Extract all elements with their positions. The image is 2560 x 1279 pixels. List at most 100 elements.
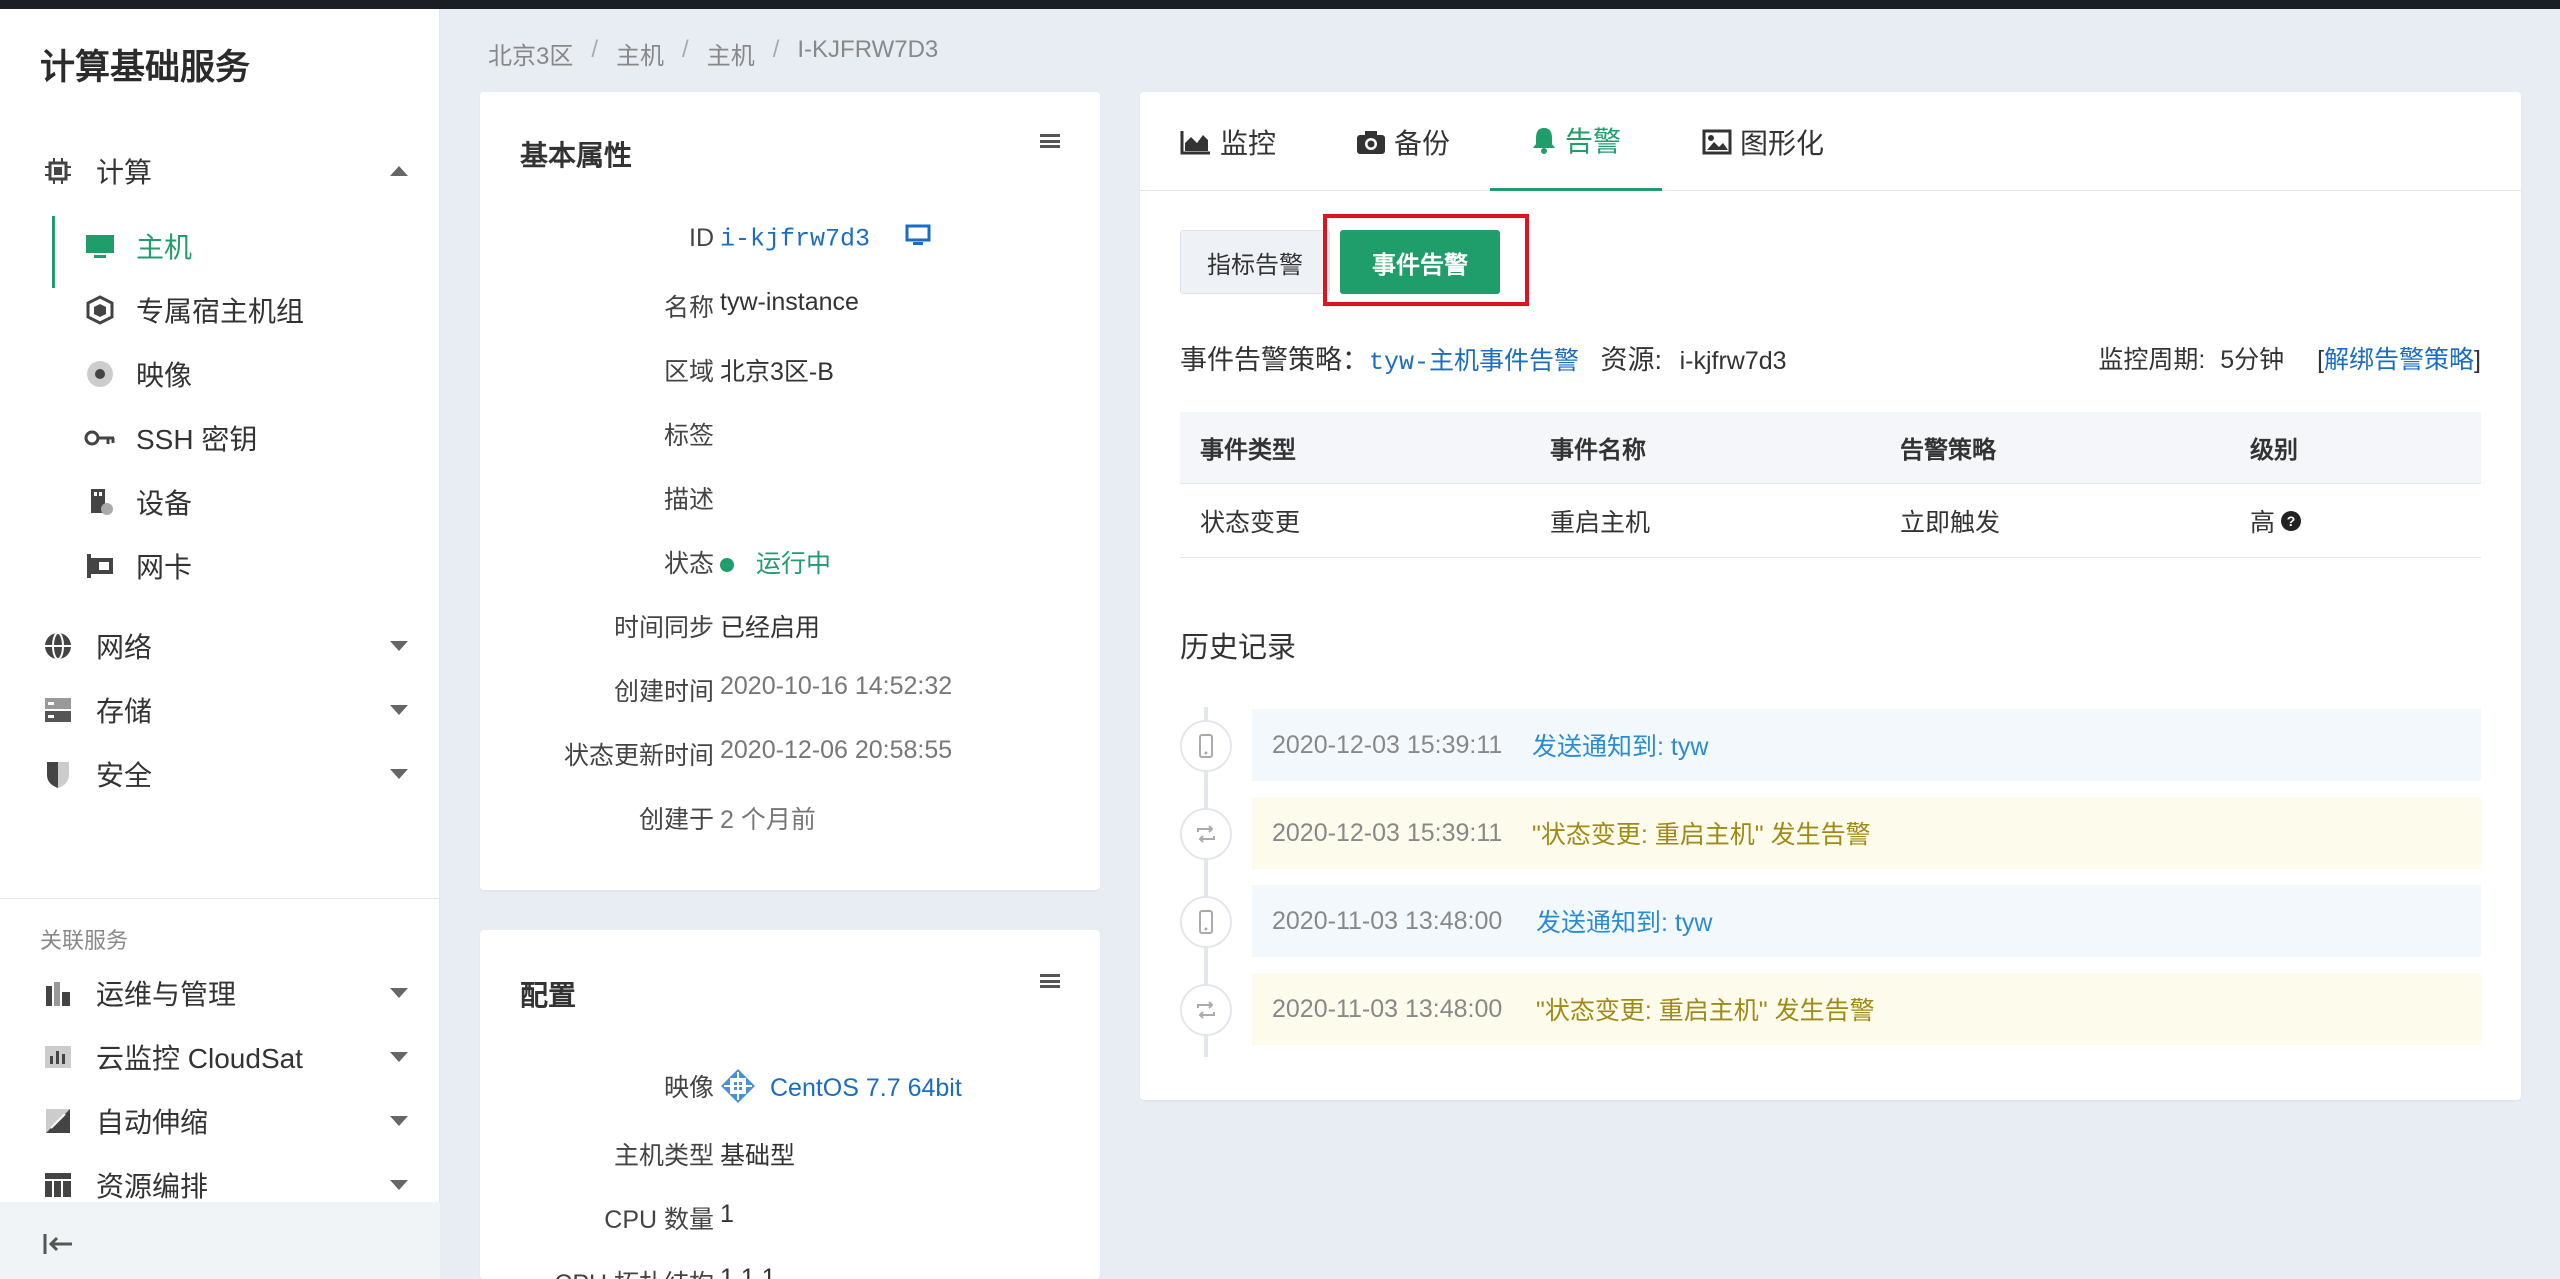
history-message: "状态变更: 重启主机" 发生告警	[1532, 821, 1871, 849]
prop-value: 1	[720, 1200, 734, 1228]
sidebar-item-dedicated-host-group[interactable]: 专属宿主机组	[0, 282, 440, 338]
sidebar-collapse-button[interactable]	[0, 1202, 440, 1279]
prop-key: 映像	[663, 1074, 714, 1102]
prop-key: 描述	[663, 486, 714, 514]
area-chart-icon	[1180, 129, 1212, 155]
sidebar-item-image[interactable]: 映像	[0, 346, 440, 402]
prop-row-time-sync: 时间同步 已经启用	[480, 602, 1100, 642]
history-title: 历史记录	[1180, 632, 1297, 664]
sidebar-item-ssh-key[interactable]: SSH 密钥	[0, 410, 440, 466]
history-message: 发送通知到: tyw	[1532, 733, 1709, 761]
cube-icon	[84, 294, 116, 326]
sidebar-item-device[interactable]: 设备	[0, 474, 440, 530]
autoscale-icon	[42, 1105, 74, 1137]
sidebar-related-cloudsat[interactable]: 云监控 CloudSat	[0, 1029, 440, 1085]
prop-value-id: i-kjfrw7d3	[720, 224, 931, 254]
chevron-down-icon	[390, 705, 408, 715]
bracket-open: [	[2317, 346, 2325, 374]
sidebar-item-label: 主机	[136, 232, 193, 263]
prop-key: CPU 数量	[604, 1206, 714, 1234]
network-icon	[42, 630, 74, 662]
tab-backup[interactable]: 备份	[1356, 92, 1450, 191]
orchestration-icon	[42, 1169, 74, 1201]
breadcrumb-separator: /	[591, 36, 599, 63]
status-dot-icon	[720, 558, 734, 573]
sidebar-related-autoscale[interactable]: 自动伸缩	[0, 1093, 440, 1149]
prop-value: 基础型	[720, 1142, 796, 1170]
breadcrumb-region[interactable]: 北京3区	[488, 36, 573, 71]
prop-row-created-ago: 创建于 2 个月前	[480, 794, 1100, 834]
breadcrumb-host-list[interactable]: 主机	[707, 36, 755, 71]
basic-properties-panel: 基本属性 ID i-kjfrw7d3 名称 tyw-instance 区域 北京…	[480, 92, 1100, 890]
bracket-close: ]	[2474, 346, 2481, 374]
prop-key: 状态更新时间	[563, 742, 714, 770]
usb-device-icon	[84, 486, 116, 518]
prop-value: 1.1.1	[720, 1264, 776, 1279]
policy-link[interactable]: tyw-主机事件告警	[1369, 348, 1579, 377]
sidebar-item-label: 自动伸缩	[96, 1107, 209, 1138]
sidebar-title: 计算基础服务	[40, 48, 251, 87]
prop-row-tags: 标签	[480, 410, 1100, 450]
tab-graphical[interactable]: 图形化	[1702, 92, 1824, 191]
sidebar-section-related: 关联服务	[40, 928, 129, 953]
menu-icon[interactable]	[1040, 974, 1060, 988]
sidebar-group-network[interactable]: 网络	[0, 618, 440, 674]
storage-icon	[42, 694, 74, 726]
prop-row-name: 名称 tyw-instance	[480, 282, 1100, 322]
sidebar-item-host[interactable]: 主机	[0, 218, 440, 274]
menu-icon[interactable]	[1040, 134, 1060, 148]
chevron-down-icon	[390, 1180, 408, 1190]
sidebar-item-nic[interactable]: 网卡	[0, 538, 440, 594]
sidebar-item-label: 资源编排	[96, 1171, 209, 1202]
column-header: 事件类型	[1200, 437, 1296, 464]
level-value: 高	[2250, 508, 2276, 537]
alarm-policy-line: 事件告警策略：tyw-主机事件告警 资源: i-kjfrw7d3	[1180, 338, 1787, 377]
sidebar-group-storage[interactable]: 存储	[0, 682, 440, 738]
panel-title: 配置	[520, 980, 577, 1011]
sidebar-group-security[interactable]: 安全	[0, 746, 440, 802]
sidebar-related-ops[interactable]: 运维与管理	[0, 965, 440, 1021]
resource-value: i-kjfrw7d3	[1679, 347, 1787, 375]
chevron-down-icon	[390, 1116, 408, 1126]
chevron-up-icon	[390, 166, 408, 176]
sidebar: 计算基础服务 计算 主机 专属宿主机组 映像 SSH 密钥 设备 网卡 网络 存…	[0, 9, 440, 1279]
prop-row-id: ID i-kjfrw7d3	[480, 218, 1100, 258]
policy-label: 事件告警策略：	[1180, 345, 1369, 375]
collapse-sidebar-icon	[42, 1230, 74, 1264]
metric-alarm-button[interactable]: 指标告警	[1180, 230, 1330, 294]
sidebar-group-label: 存储	[96, 696, 153, 727]
prop-value: 北京3区-B	[720, 358, 834, 386]
tab-alarm[interactable]: 告警	[1490, 92, 1662, 191]
history-message: 发送通知到: tyw	[1536, 909, 1713, 937]
column-header: 告警策略	[1900, 437, 1996, 464]
phone-icon	[1180, 896, 1232, 948]
history-item: 2020-11-03 13:48:00 发送通知到: tyw	[1252, 885, 2481, 957]
breadcrumb-host-category[interactable]: 主机	[616, 36, 664, 71]
chevron-down-icon	[390, 641, 408, 651]
tab-label: 监控	[1220, 127, 1277, 159]
camera-icon	[1356, 129, 1386, 155]
help-icon[interactable]: ?	[2281, 510, 2302, 531]
history-item: 2020-11-03 13:48:00 "状态变更: 重启主机" 发生告警	[1252, 973, 2481, 1045]
unbind-policy-link[interactable]: 解绑告警策略	[2324, 346, 2474, 374]
prop-row-status: 状态 运行中	[480, 538, 1100, 578]
period-value: 5分钟	[2220, 346, 2285, 374]
repeat-icon	[1180, 984, 1232, 1036]
instance-id-link[interactable]: i-kjfrw7d3	[720, 225, 870, 254]
disc-icon	[84, 358, 116, 390]
cell-event-type: 状态变更	[1200, 508, 1301, 537]
prop-row-description: 描述	[480, 474, 1100, 514]
history-time: 2020-11-03 13:48:00	[1272, 994, 1503, 1023]
cell-alarm-policy: 立即触发	[1900, 508, 2001, 537]
prop-value: 已经启用	[720, 614, 821, 642]
image-link[interactable]: CentOS 7.7 64bit	[770, 1074, 962, 1102]
chevron-down-icon	[390, 988, 408, 998]
tab-monitor[interactable]: 监控	[1180, 92, 1276, 191]
phone-icon	[1180, 720, 1232, 772]
repeat-icon	[1180, 808, 1232, 860]
prop-value: 2020-10-16 14:52:32	[720, 672, 953, 700]
prop-row-created-time: 创建时间 2020-10-16 14:52:32	[480, 666, 1100, 706]
sidebar-group-compute[interactable]: 计算	[0, 143, 440, 199]
vnc-monitor-icon[interactable]	[905, 224, 931, 254]
sidebar-item-label: 专属宿主机组	[136, 296, 305, 327]
